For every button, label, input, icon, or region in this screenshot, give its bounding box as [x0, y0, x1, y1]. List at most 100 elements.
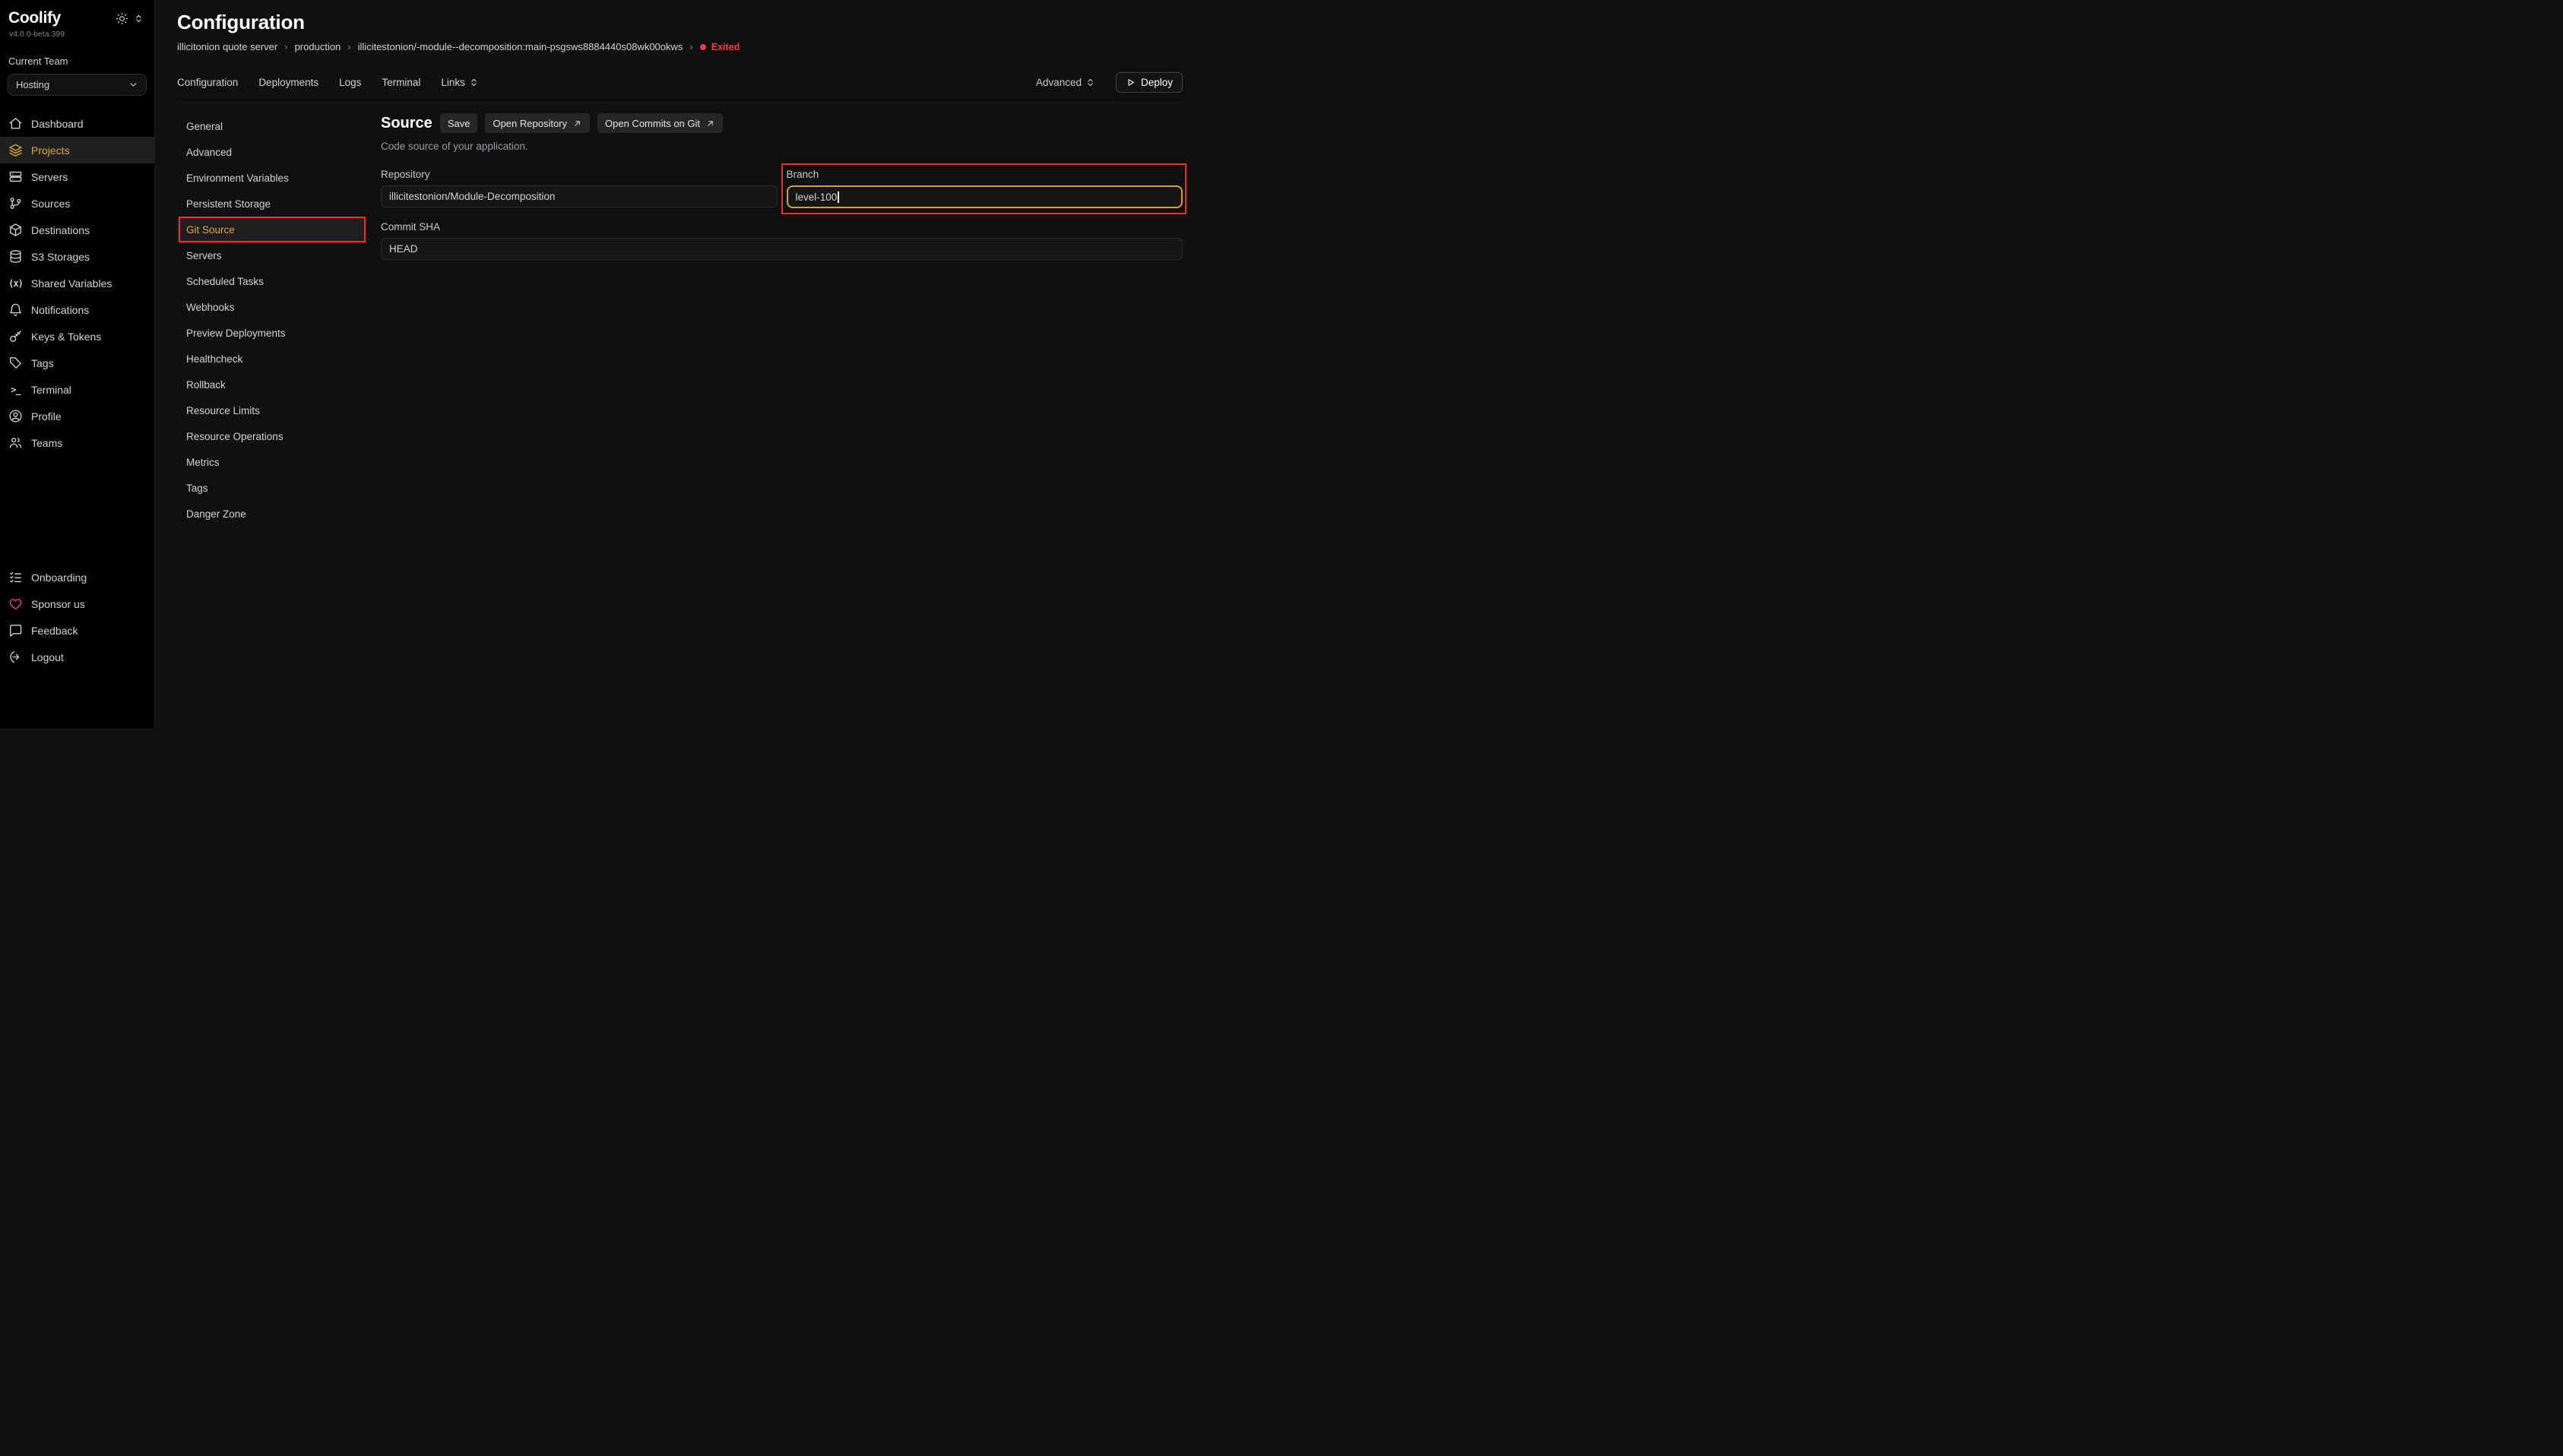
status-label: Exited [711, 42, 740, 52]
app-root: Coolify v4.0.0-beta.399 Current Team Hos… [0, 0, 1282, 728]
subnav-item-resource-operations[interactable]: Resource Operations [177, 423, 365, 449]
subnav-item-danger-zone[interactable]: Danger Zone [177, 501, 365, 527]
breadcrumb-separator: › [284, 41, 287, 52]
breadcrumb-separator: › [689, 41, 692, 52]
subnav-item-healthcheck[interactable]: Healthcheck [177, 346, 365, 372]
tab-bar: Configuration Deployments Logs Terminal … [177, 72, 1183, 103]
subnav-item-environment-variables[interactable]: Environment Variables [177, 165, 365, 191]
open-repository-button[interactable]: Open Repository [485, 113, 590, 133]
sidebar-item-terminal[interactable]: >_ Terminal [0, 376, 154, 403]
tab-terminal[interactable]: Terminal [382, 77, 420, 88]
tab-configuration[interactable]: Configuration [177, 77, 238, 88]
tab-links[interactable]: Links [441, 77, 479, 88]
database-icon [8, 249, 23, 264]
sidebar-item-feedback[interactable]: Feedback [0, 617, 154, 644]
branch-value: level-100 [796, 191, 838, 203]
repository-field: Repository [381, 169, 778, 208]
tab-deployments[interactable]: Deployments [258, 77, 318, 88]
sidebar-item-shared-variables[interactable]: (x) Shared Variables [0, 270, 154, 296]
sidebar-item-profile[interactable]: Profile [0, 403, 154, 429]
sidebar-item-sponsor[interactable]: Sponsor us [0, 590, 154, 617]
branch-input[interactable]: level-100 [787, 185, 1183, 208]
breadcrumb-environment[interactable]: production [295, 41, 341, 52]
subnav-item-rollback[interactable]: Rollback [177, 372, 365, 397]
repository-label: Repository [381, 169, 778, 180]
chevrons-up-down-icon[interactable] [134, 14, 144, 24]
source-form: Repository Branch level-100 Commit SHA [381, 169, 1183, 260]
chevrons-up-down-icon [469, 78, 479, 87]
sidebar-footer-menu: Onboarding Sponsor us Feedback Logout [0, 564, 154, 728]
subnav-item-tags[interactable]: Tags [177, 475, 365, 501]
commit-sha-label: Commit SHA [381, 221, 1183, 233]
bell-icon [8, 302, 23, 317]
source-title: Source [381, 115, 432, 132]
chevrons-up-down-icon [1085, 78, 1095, 87]
source-header: Source Save Open Repository Open Commits… [381, 113, 1183, 133]
message-icon [8, 623, 23, 638]
variable-icon: (x) [8, 276, 23, 290]
sidebar-menu: Dashboard Projects Servers Sources Desti… [0, 110, 154, 456]
subnav-item-preview-deployments[interactable]: Preview Deployments [177, 320, 365, 346]
source-panel: Source Save Open Repository Open Commits… [381, 113, 1183, 527]
sidebar-item-destinations[interactable]: Destinations [0, 217, 154, 243]
sidebar-item-projects[interactable]: Projects [0, 137, 154, 163]
advanced-toggle[interactable]: Advanced [1036, 77, 1095, 88]
sidebar-item-keys-tokens[interactable]: Keys & Tokens [0, 323, 154, 350]
breadcrumb-project[interactable]: illicitonion quote server [177, 41, 277, 52]
source-description: Code source of your application. [381, 141, 1183, 152]
text-caret [838, 191, 839, 203]
subnav-item-general[interactable]: General [177, 113, 365, 139]
current-team-label: Current Team [0, 39, 154, 67]
sidebar-item-s3-storages[interactable]: S3 Storages [0, 243, 154, 270]
tag-icon [8, 356, 23, 370]
home-icon [8, 116, 23, 131]
sidebar-item-onboarding[interactable]: Onboarding [0, 564, 154, 590]
subnav-item-webhooks[interactable]: Webhooks [177, 294, 365, 320]
brand-row: Coolify [0, 9, 154, 27]
status-dot-icon [700, 44, 706, 50]
sidebar-item-dashboard[interactable]: Dashboard [0, 110, 154, 137]
subnav-item-persistent-storage[interactable]: Persistent Storage [177, 191, 365, 217]
repository-input[interactable] [381, 185, 778, 207]
checklist-icon [8, 570, 23, 584]
open-commits-button[interactable]: Open Commits on Git [597, 113, 723, 133]
sidebar-item-tags[interactable]: Tags [0, 350, 154, 376]
terminal-icon: >_ [8, 382, 23, 397]
logout-icon [8, 650, 23, 664]
breadcrumb-application[interactable]: illicitestonion/-module--decomposition:m… [358, 41, 683, 52]
team-select[interactable]: Hosting [8, 74, 147, 96]
subnav-item-git-source[interactable]: Git Source [177, 217, 365, 242]
sun-icon[interactable] [116, 12, 128, 25]
subnav-item-servers[interactable]: Servers [177, 242, 365, 268]
tab-logs[interactable]: Logs [339, 77, 361, 88]
external-link-icon [572, 119, 582, 128]
container-box-icon [8, 223, 23, 237]
commit-sha-input[interactable] [381, 238, 1183, 260]
git-branch-icon [8, 196, 23, 210]
configuration-content: General Advanced Environment Variables P… [177, 113, 1183, 527]
users-icon [8, 435, 23, 450]
deploy-button[interactable]: Deploy [1116, 72, 1183, 93]
sidebar-item-teams[interactable]: Teams [0, 429, 154, 456]
breadcrumb: illicitonion quote server › production ›… [177, 41, 1183, 52]
theme-switcher[interactable] [116, 12, 144, 25]
server-icon [8, 169, 23, 184]
subnav-item-metrics[interactable]: Metrics [177, 449, 365, 475]
sidebar-item-logout[interactable]: Logout [0, 644, 154, 670]
page-title: Configuration [177, 11, 1183, 34]
app-version: v4.0.0-beta.399 [0, 27, 154, 39]
chevron-down-icon [128, 80, 138, 90]
breadcrumb-separator: › [347, 41, 350, 52]
sidebar-item-servers[interactable]: Servers [0, 163, 154, 190]
save-button[interactable]: Save [440, 113, 478, 133]
app-logo: Coolify [8, 9, 61, 27]
status-badge: Exited [700, 42, 740, 52]
subnav-item-resource-limits[interactable]: Resource Limits [177, 397, 365, 423]
user-circle-icon [8, 409, 23, 423]
subnav-item-advanced[interactable]: Advanced [177, 139, 365, 165]
subnav-item-scheduled-tasks[interactable]: Scheduled Tasks [177, 268, 365, 294]
team-select-value: Hosting [16, 79, 49, 90]
sidebar-item-sources[interactable]: Sources [0, 190, 154, 217]
sidebar-item-notifications[interactable]: Notifications [0, 296, 154, 323]
key-icon [8, 329, 23, 343]
